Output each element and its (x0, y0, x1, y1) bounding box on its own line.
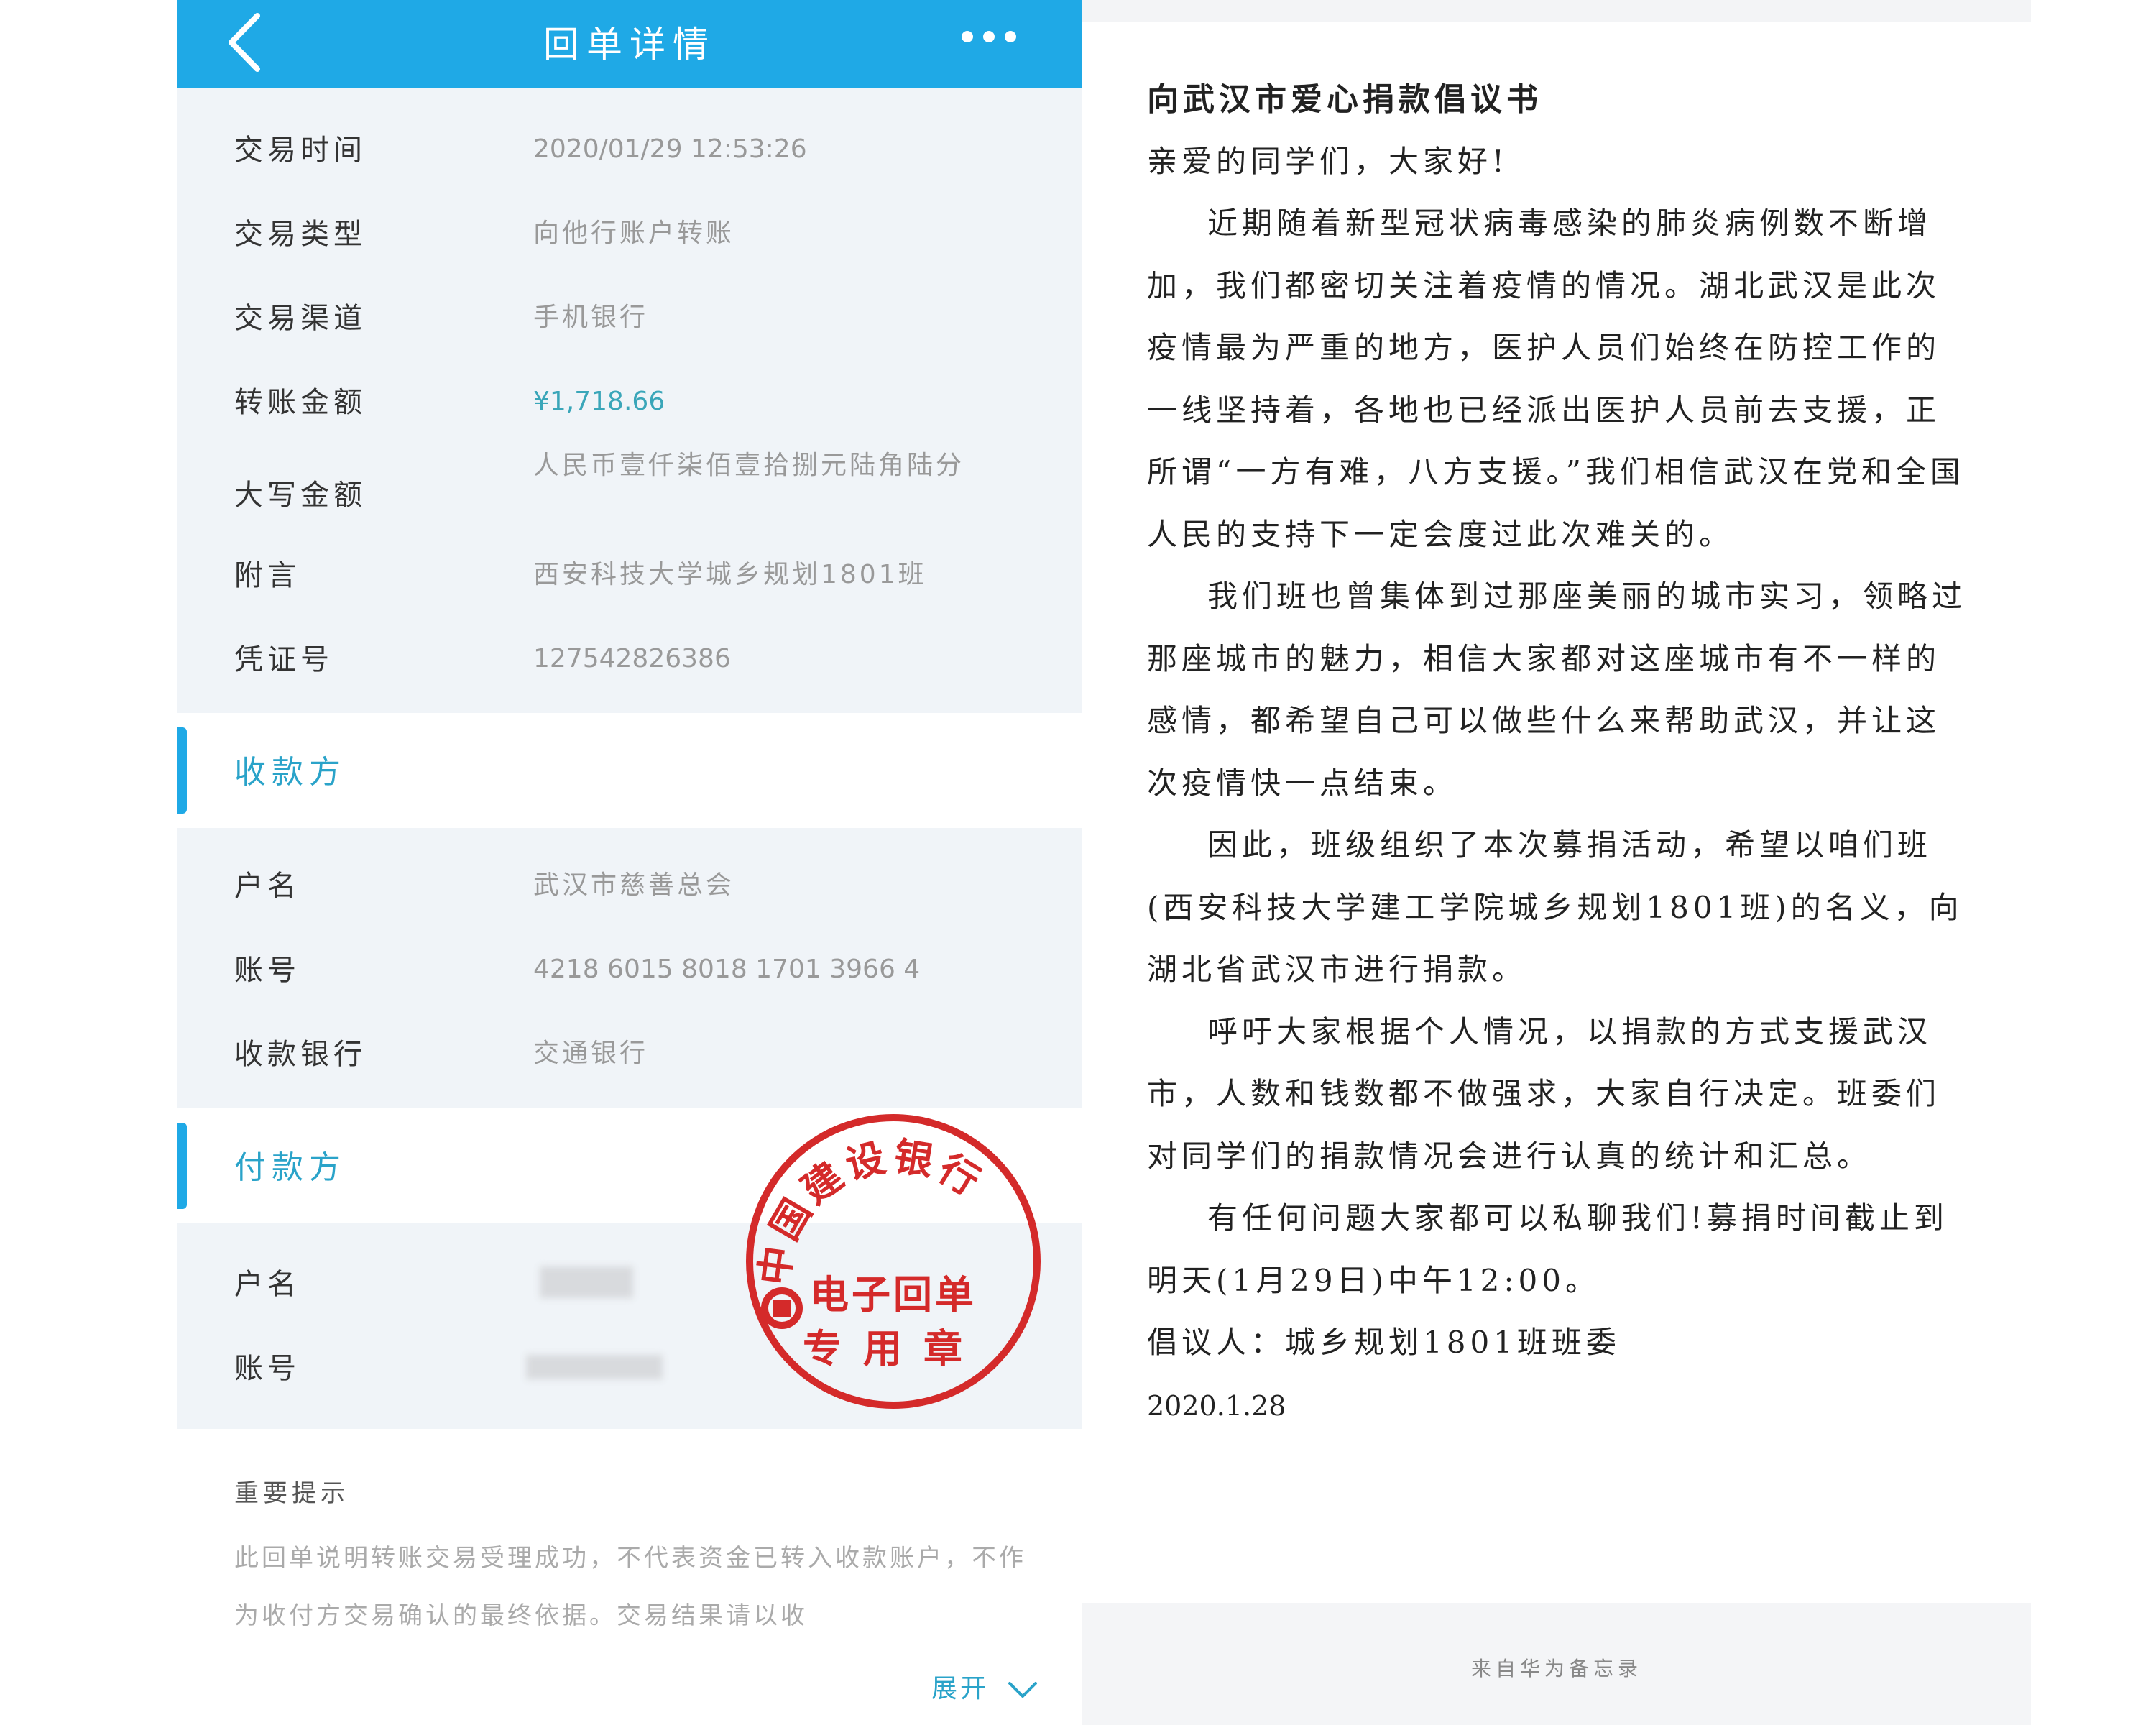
payer-name-redacted (540, 1266, 633, 1298)
payee-bank-value: 交通银行 (533, 1039, 649, 1068)
row-label: 交易时间 (234, 134, 367, 167)
seal-line-2: 专用章 (803, 1325, 984, 1371)
bank-receipt-panel: 回单详情 交易时间 2020/01/29 12:53:26 交易类型 向他行账户… (177, 0, 1082, 1725)
memo-footer: 来自华为备忘录 (1082, 1603, 2031, 1725)
memo-paragraph: 我们班也曾集体到过那座美丽的城市实习，领略过那座城市的魅力，相信大家都对这座城市… (1147, 579, 1967, 801)
payee-section-header: 收款方 (177, 713, 1082, 828)
payee-name-value: 武汉市慈善总会 (533, 870, 735, 900)
row-label: 凭证号 (234, 643, 333, 676)
row-label: 账号 (234, 954, 300, 987)
voucher-number-value: 127542826386 (533, 644, 731, 673)
more-button[interactable] (960, 26, 1018, 47)
payee-header-label: 收款方 (234, 754, 346, 791)
memo-top-strip (1082, 0, 2031, 22)
row-label: 交易渠道 (234, 302, 367, 335)
memo-date: 2020.1.28 (1147, 1390, 1286, 1422)
row-amount-in-words: 大写金额 人民币壹仟柒佰壹拾捌元陆角陆分 (177, 443, 1082, 532)
payee-details: 户名 武汉市慈善总会 账号 4218 6015 8018 1701 3966 4… (177, 828, 1082, 1108)
row-label: 转账金额 (234, 386, 367, 419)
page-title: 回单详情 (543, 24, 716, 65)
section-accent-bar (177, 727, 187, 814)
memo-panel: 向武汉市爱心捐款倡议书 亲爱的同学们，大家好! 近期随着新型冠状病毒感染的肺炎病… (1082, 0, 2031, 1725)
memo-paragraph: 呼吁大家根据个人情况，以捐款的方式支援武汉市，人数和钱数都不做强求，大家自行决定… (1147, 1013, 1941, 1174)
seal-line-1: 电子回单 (810, 1271, 977, 1317)
amount-in-words-value: 人民币壹仟柒佰壹拾捌元陆角陆分 (533, 451, 965, 480)
row-transaction-channel: 交易渠道 手机银行 (177, 275, 1082, 359)
transaction-type-value: 向他行账户转账 (533, 218, 735, 248)
row-transaction-time: 交易时间 2020/01/29 12:53:26 (177, 106, 1082, 190)
important-notice-body: 此回单说明转账交易受理成功，不代表资金已转入收款账户，不作为收付方交易确认的最终… (234, 1544, 1026, 1630)
top-bar: 回单详情 (177, 0, 1082, 88)
row-payee-bank: 收款银行 交通银行 (177, 1011, 1082, 1095)
row-voucher-number: 凭证号 127542826386 (177, 616, 1082, 700)
memo-paragraph: 因此，班级组织了本次募捐活动，希望以咱们班(西安科技大学建工学院城乡规划1801… (1147, 827, 1963, 987)
row-payee-name: 户名 武汉市慈善总会 (177, 842, 1082, 926)
expand-label: 展开 (931, 1674, 990, 1703)
transaction-time-value: 2020/01/29 12:53:26 (533, 134, 807, 164)
transaction-details: 交易时间 2020/01/29 12:53:26 交易类型 向他行账户转账 交易… (177, 88, 1082, 713)
row-label: 附言 (234, 559, 300, 592)
transaction-channel-value: 手机银行 (533, 303, 649, 332)
expand-button[interactable]: 展开 (931, 1668, 1038, 1705)
memo-title: 向武汉市爱心捐款倡议书 (1147, 81, 1542, 118)
payee-account-value: 4218 6015 8018 1701 3966 4 (533, 954, 921, 984)
transfer-amount-value: ¥1,718.66 (533, 387, 665, 416)
seal-outer-text: 中国建设银行 (750, 1133, 987, 1288)
important-notice-title: 重要提示 (234, 1479, 349, 1508)
row-transfer-amount: 转账金额 ¥1,718.66 (177, 359, 1082, 443)
row-label: 账号 (234, 1352, 300, 1385)
row-label: 大写金额 (234, 479, 367, 512)
payer-account-redacted (526, 1355, 663, 1379)
more-dots-icon (962, 31, 1016, 42)
memo-signature: 倡议人：城乡规划1801班班委 (1147, 1325, 1621, 1360)
memo-paragraph: 近期随着新型冠状病毒感染的肺炎病例数不断增加，我们都密切关注着疫情的情况。湖北武… (1147, 206, 1965, 552)
row-label: 交易类型 (234, 218, 367, 251)
row-transaction-type: 交易类型 向他行账户转账 (177, 190, 1082, 275)
remark-value: 西安科技大学城乡规划1801班 (533, 560, 927, 589)
row-label: 户名 (234, 870, 300, 903)
bank-logo-icon (761, 1287, 803, 1329)
row-label: 收款银行 (234, 1038, 367, 1071)
memo-body: 向武汉市爱心捐款倡议书 亲爱的同学们，大家好! 近期随着新型冠状病毒感染的肺炎病… (1147, 69, 1973, 1438)
payer-header-label: 付款方 (234, 1149, 346, 1186)
memo-greeting: 亲爱的同学们，大家好! (1147, 144, 1508, 179)
chevron-down-icon (1008, 1682, 1038, 1698)
svg-text:中国建设银行: 中国建设银行 (750, 1133, 991, 1288)
memo-source-label: 来自华为备忘录 (1470, 1657, 1642, 1680)
memo-paragraph: 有任何问题大家都可以私聊我们!募捐时间截止到明天(1月29日)中午12:00。 (1147, 1200, 1948, 1298)
row-remark: 附言 西安科技大学城乡规划1801班 (177, 532, 1082, 616)
bank-seal-stamp: 中国建设银行 电子回单 专用章 (739, 1107, 1048, 1416)
row-label: 户名 (234, 1268, 300, 1301)
row-payee-account: 账号 4218 6015 8018 1701 3966 4 (177, 926, 1082, 1011)
section-accent-bar (177, 1123, 187, 1209)
